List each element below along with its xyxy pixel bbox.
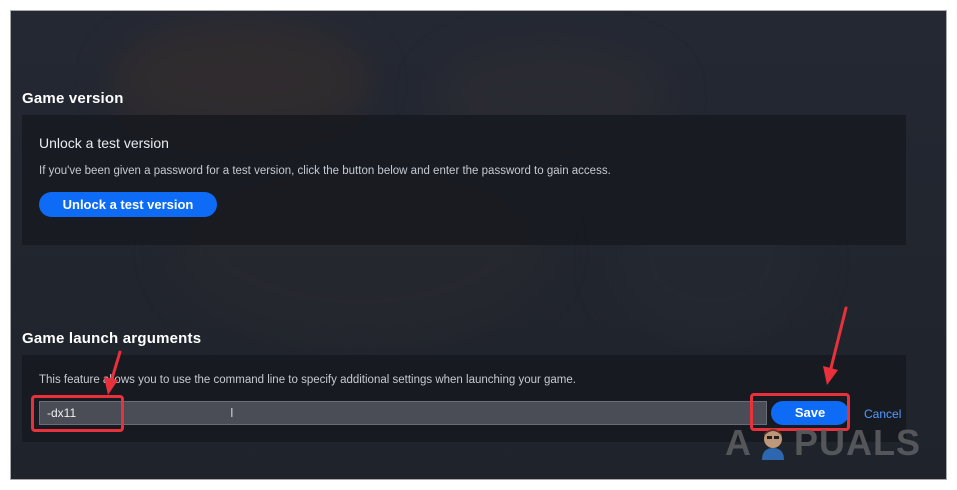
watermark-suffix: PUALS <box>794 422 922 463</box>
text-cursor-icon: I <box>230 405 234 420</box>
game-version-title: Game version <box>22 90 124 107</box>
test-version-description: If you've been given a password for a te… <box>39 165 611 177</box>
launcher-settings-window: Game version Unlock a test version If yo… <box>10 10 947 480</box>
test-version-heading: Unlock a test version <box>39 135 169 151</box>
unlock-test-version-button[interactable]: Unlock a test version <box>39 192 217 217</box>
appuals-mascot-icon <box>762 429 784 460</box>
launch-arguments-title: Game launch arguments <box>22 330 202 347</box>
cancel-link[interactable]: Cancel <box>864 407 901 421</box>
input-highlight-box <box>31 395 124 432</box>
watermark-letter-a: A <box>725 422 752 463</box>
test-version-card: Unlock a test version If you've been giv… <box>22 115 906 245</box>
launch-arguments-input[interactable]: -dx11 I <box>39 401 767 425</box>
launch-arguments-description: This feature allows you to use the comma… <box>39 374 576 386</box>
appuals-watermark: A PUALS <box>725 422 922 463</box>
